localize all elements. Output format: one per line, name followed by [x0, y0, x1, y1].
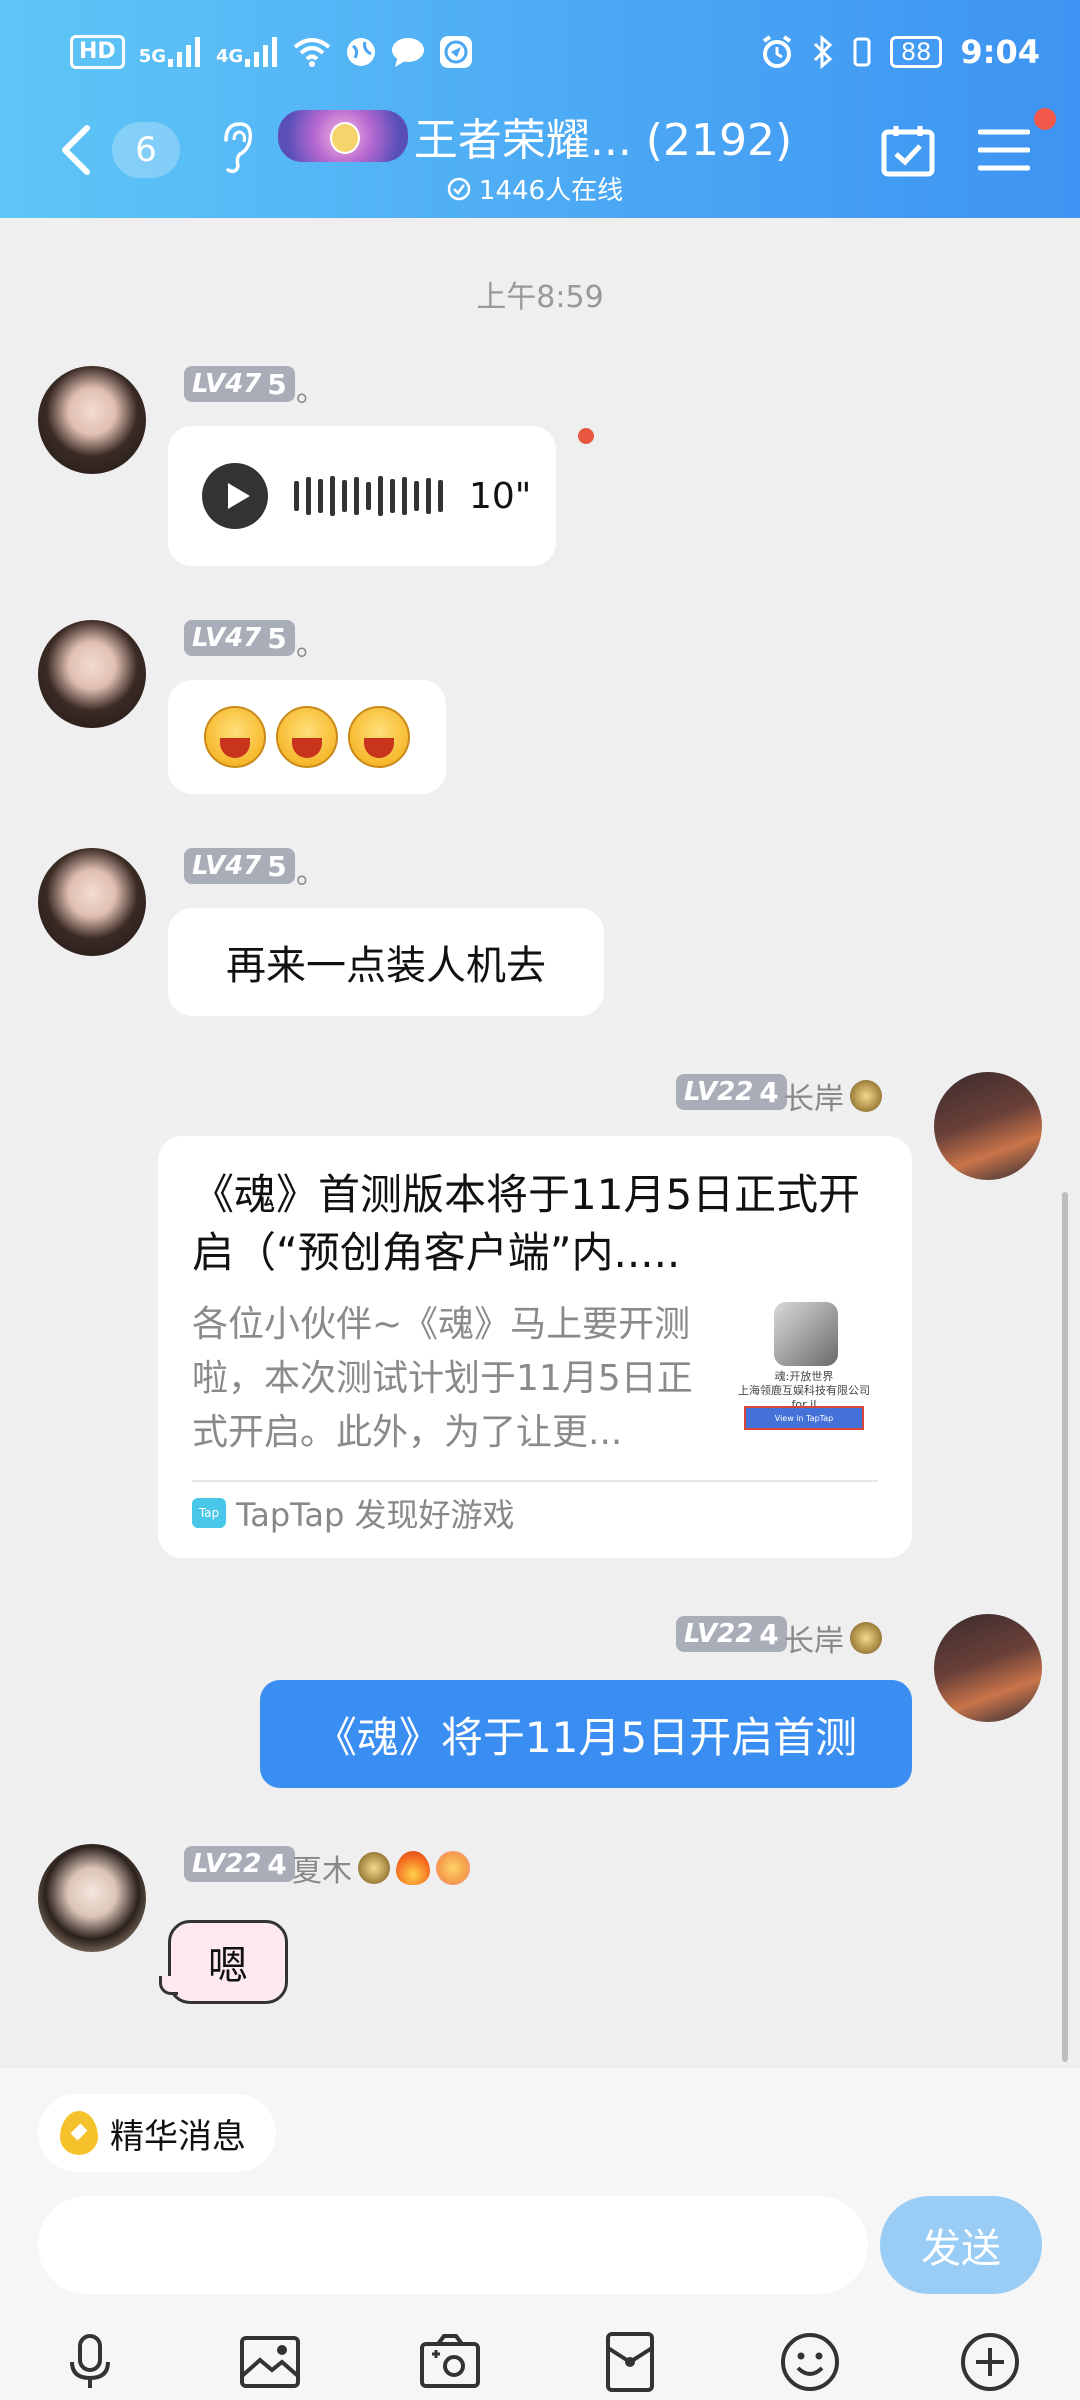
level-badge: LV22 4: [676, 1074, 787, 1110]
thumb-view-button: View in TapTap: [744, 1406, 864, 1430]
taptap-icon: Tap: [192, 1498, 226, 1528]
group-title-area[interactable]: 王者荣耀... (2192) 1446人在线: [275, 104, 795, 207]
voice-duration: 10": [469, 475, 532, 517]
chat-scrollbar[interactable]: [1062, 1192, 1068, 2062]
level-badge: LV22 4: [676, 1616, 787, 1652]
voice-message[interactable]: 10": [168, 426, 556, 566]
emoji-icon[interactable]: [778, 2330, 842, 2394]
bluetooth-icon: [813, 35, 833, 69]
battery-level: 88: [889, 36, 943, 68]
menu-notification-dot: [1034, 108, 1056, 130]
rank-crown-icon: [358, 1852, 390, 1884]
level-badge: LV47 5: [184, 620, 295, 656]
emoji-message[interactable]: [168, 680, 446, 794]
calendar-check-icon[interactable]: [880, 122, 936, 178]
rank-crown-icon: [850, 1622, 882, 1654]
input-panel: 精华消息 发送: [0, 2068, 1080, 2400]
microphone-icon[interactable]: [58, 2330, 122, 2394]
avatar[interactable]: [38, 848, 146, 956]
unplayed-dot: [578, 428, 594, 444]
rank-crown-icon: [850, 1080, 882, 1112]
sender-nickname[interactable]: 。: [296, 848, 326, 892]
thumb-app-name: 魂:开放世界: [774, 1370, 834, 1383]
browser-icon: [440, 36, 473, 68]
input-toolbar: [0, 2330, 1080, 2400]
smiley-badge-icon: [436, 1851, 470, 1885]
group-level-badge-icon: [277, 110, 408, 162]
essence-drop-icon: [60, 2111, 98, 2155]
play-icon[interactable]: [202, 463, 268, 529]
clock: 9:04: [960, 33, 1040, 71]
globe-icon: [347, 38, 376, 66]
message-timestamp: 上午8:59: [476, 280, 604, 315]
sender-nickname[interactable]: 长岸: [784, 1616, 882, 1660]
sender-nickname[interactable]: 。: [296, 366, 326, 410]
avatar[interactable]: [38, 620, 146, 728]
group-title: 王者荣耀... (2192): [413, 115, 793, 166]
avatar[interactable]: [934, 1072, 1042, 1180]
laugh-emoji: [276, 706, 338, 768]
chat-header: HD 5G 4G 88 9:04 6 王者荣耀... (2192) 1446人在…: [0, 0, 1080, 218]
card-source-label: TapTap 发现好游戏: [236, 1496, 515, 1534]
signal-5g: 5G: [139, 37, 202, 67]
alarm-icon: [762, 35, 791, 68]
image-icon[interactable]: [238, 2330, 302, 2394]
avatar[interactable]: [934, 1614, 1042, 1722]
text-message[interactable]: 嗯: [159, 1920, 288, 2004]
laugh-emoji: [348, 706, 410, 768]
game-logo-icon: [774, 1302, 838, 1366]
text-message[interactable]: 再来一点装人机去: [168, 908, 604, 1016]
card-thumbnail: 魂:开放世界 上海领鹿互娱科技有限公司 for iI View in TapTap: [732, 1300, 876, 1440]
avatar[interactable]: [38, 366, 146, 474]
hd-indicator: HD: [70, 35, 125, 69]
plus-icon[interactable]: [958, 2330, 1022, 2394]
status-bar: HD 5G 4G 88 9:04: [70, 26, 1040, 78]
card-title: 《魂》首测版本将于11月5日正式开启（“预创角客户端”内.....: [192, 1170, 861, 1277]
earpiece-mode-icon[interactable]: [218, 120, 254, 176]
avatar[interactable]: [38, 1844, 146, 1952]
level-badge: LV47 5: [184, 848, 295, 884]
chat-notification-icon: [392, 38, 425, 67]
camera-icon[interactable]: [418, 2330, 482, 2394]
card-source: Tap TapTap 发现好游戏: [192, 1480, 878, 1544]
back-arrow-icon[interactable]: [55, 122, 95, 178]
level-badge: LV47 5: [184, 366, 295, 402]
sim1-label: 5G: [138, 46, 166, 67]
nav-row: 6 王者荣耀... (2192) 1446人在线: [0, 100, 1080, 206]
signal-4g: 4G: [216, 37, 279, 67]
sender-nickname[interactable]: 夏木: [292, 1846, 470, 1890]
fire-icon: [396, 1851, 430, 1885]
online-check-icon: [447, 177, 471, 200]
message-input[interactable]: [38, 2196, 868, 2294]
waveform-icon: [294, 476, 443, 516]
card-summary: 各位小伙伴~《魂》马上要开测啦，本次测试计划于11月5日正式开启。此外，为了让更…: [192, 1304, 693, 1453]
red-packet-icon[interactable]: [598, 2330, 662, 2394]
unread-count-badge[interactable]: 6: [112, 122, 180, 178]
vibrate-icon: [853, 37, 871, 67]
sender-nickname[interactable]: 长岸: [784, 1074, 882, 1118]
share-card[interactable]: 《魂》首测版本将于11月5日正式开启（“预创角客户端”内..... 各位小伙伴~…: [158, 1136, 912, 1558]
send-button[interactable]: 发送: [880, 2196, 1042, 2294]
signal-icon: [168, 37, 200, 67]
essence-messages-button[interactable]: 精华消息: [38, 2094, 276, 2172]
online-count: 1446人在线: [478, 176, 624, 206]
sender-nickname[interactable]: 。: [296, 620, 326, 664]
laugh-emoji: [204, 706, 266, 768]
menu-icon[interactable]: [978, 126, 1030, 174]
essence-label: 精华消息: [110, 2116, 246, 2157]
sim2-label: 4G: [216, 46, 244, 67]
signal-icon: [245, 37, 278, 67]
level-badge: LV22 4: [184, 1846, 295, 1882]
wifi-icon: [294, 38, 331, 67]
self-text-message[interactable]: 《魂》将于11月5日开启首测: [260, 1680, 912, 1788]
